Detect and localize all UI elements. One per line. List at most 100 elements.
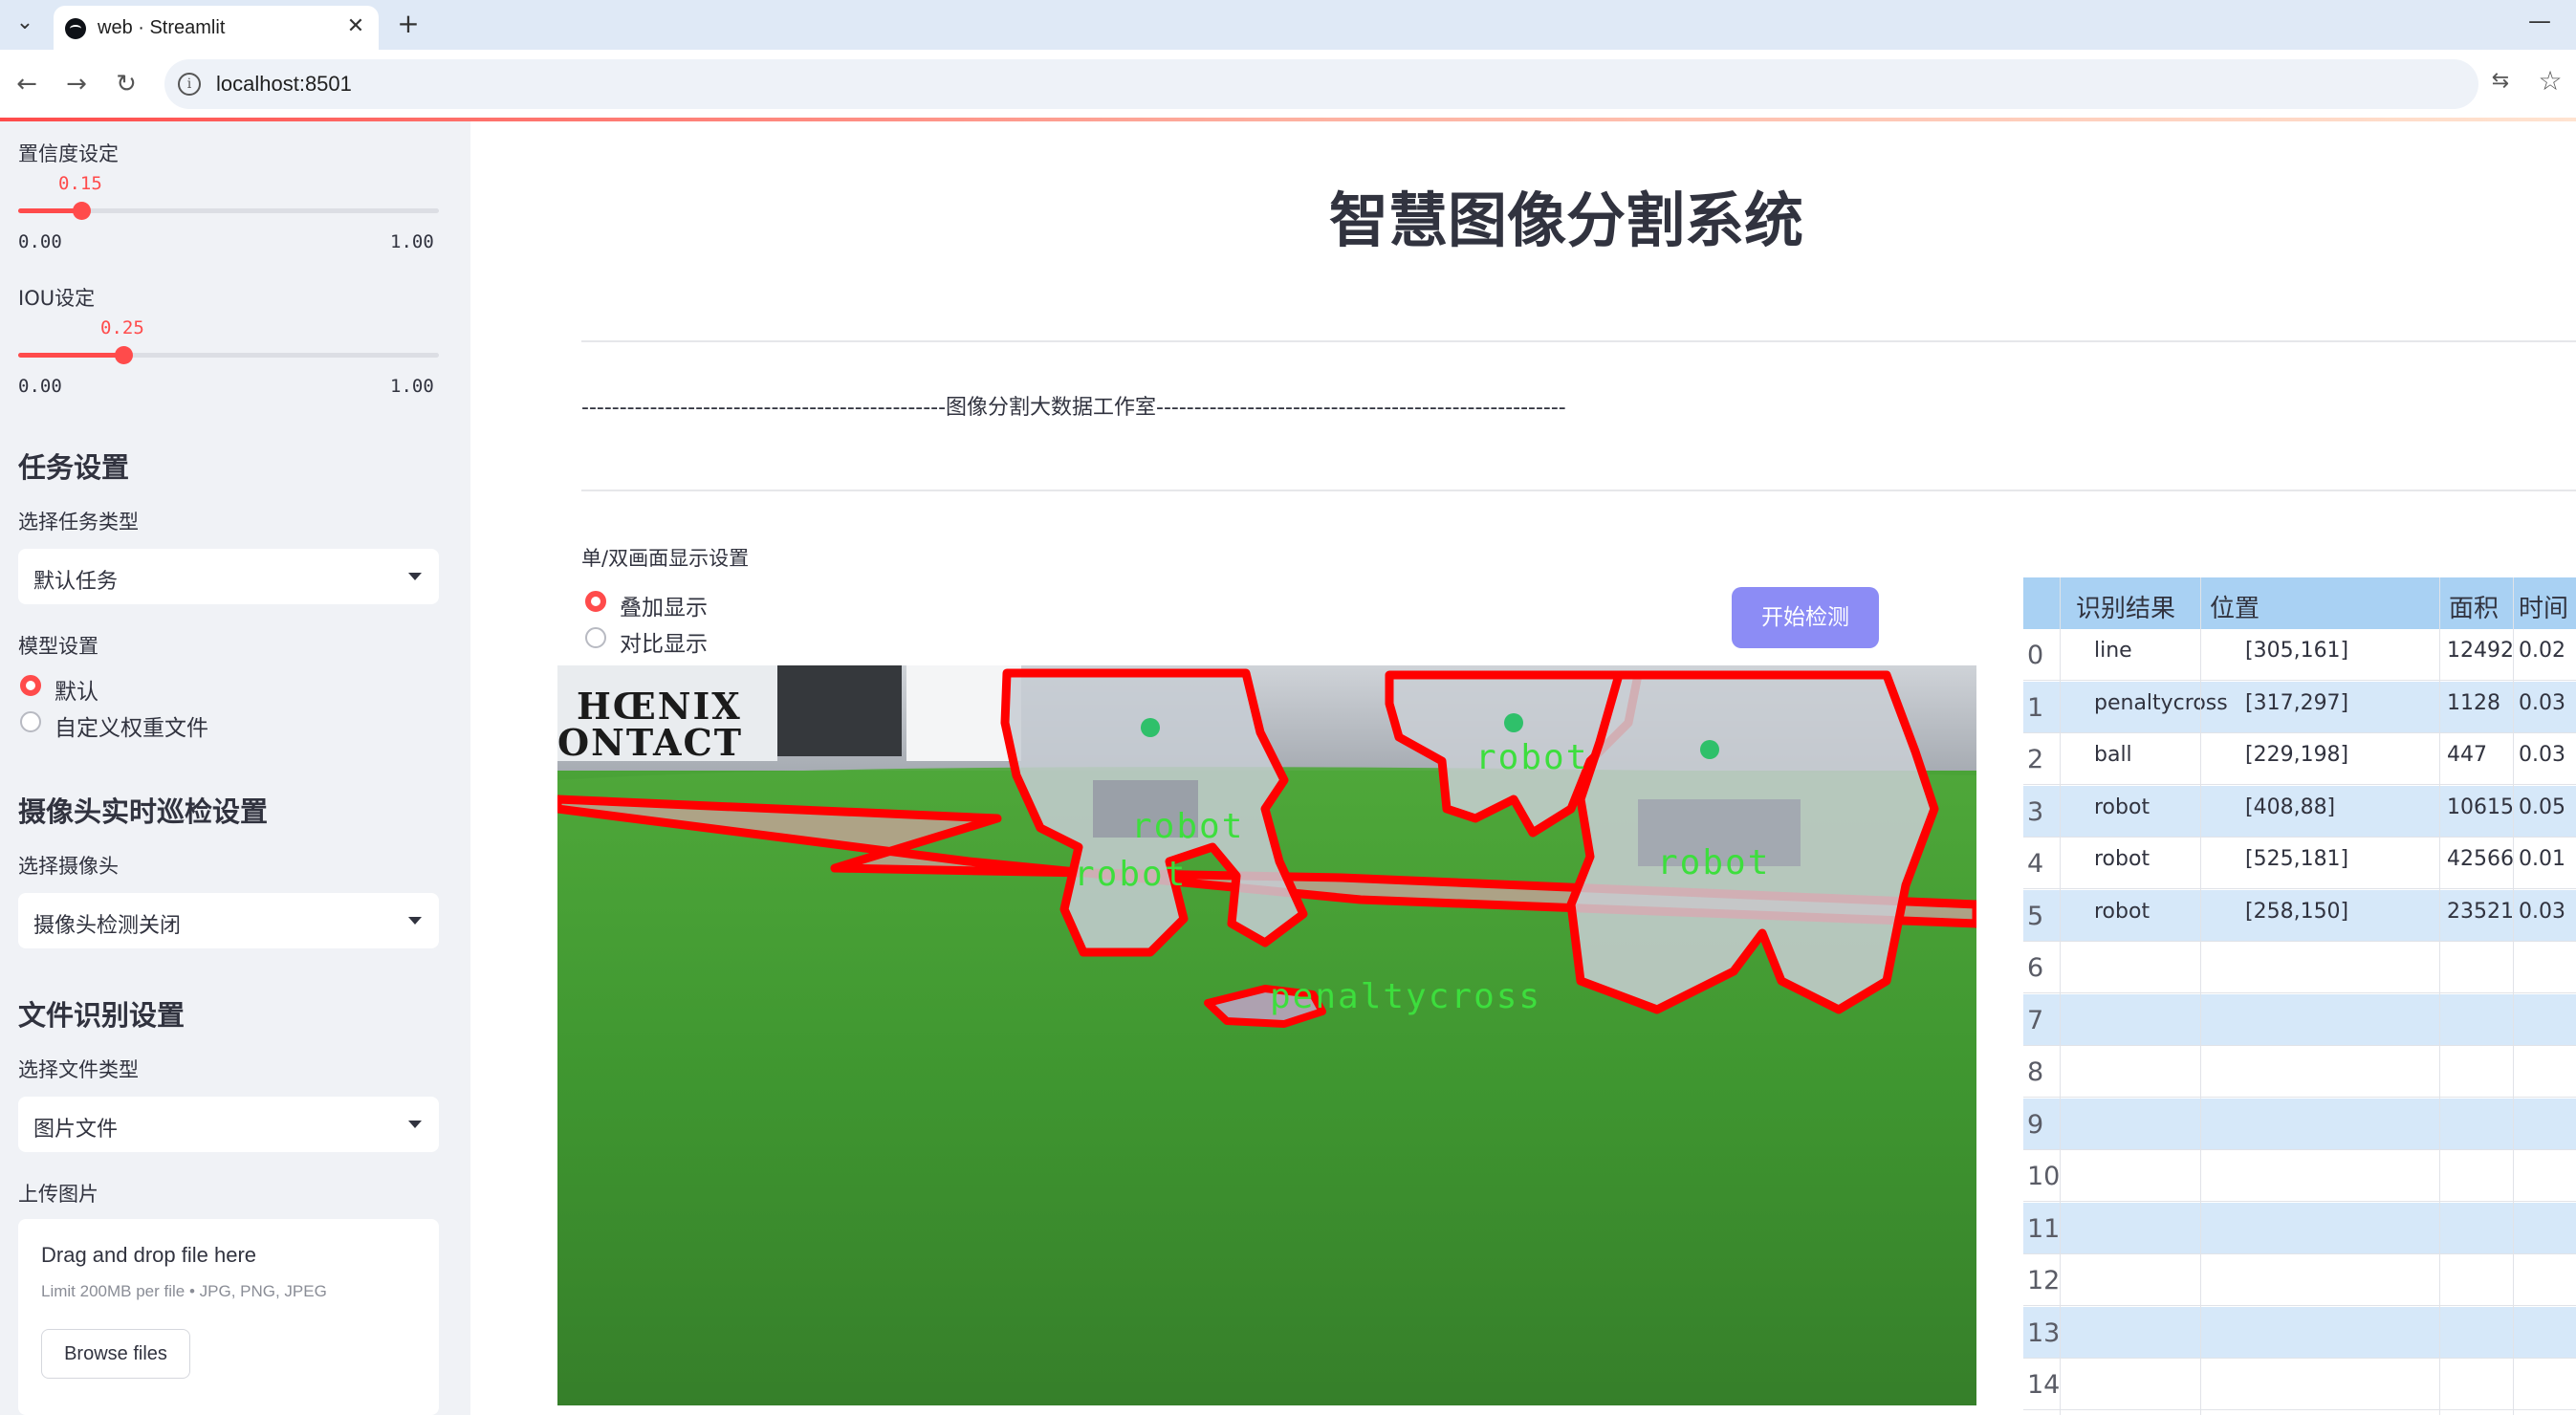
cell-result: robot xyxy=(2094,795,2150,819)
table-row[interactable]: 8 xyxy=(2023,1046,2576,1098)
iou-value: 0.25 xyxy=(100,317,144,338)
model-option-custom: 自定义权重文件 xyxy=(55,716,208,741)
cell-time: 0.03 xyxy=(2519,899,2565,924)
iou-label: IOU设定 xyxy=(18,287,96,310)
browse-files-button[interactable]: Browse files xyxy=(41,1329,190,1379)
robot-eye xyxy=(1141,718,1160,737)
column-header-position: 位置 xyxy=(2210,595,2260,623)
confidence-label: 置信度设定 xyxy=(18,142,119,165)
cell-result: line xyxy=(2094,639,2132,663)
upload-label: 上传图片 xyxy=(18,1183,98,1206)
column-divider xyxy=(2060,577,2061,1415)
tab-title: web · Streamlit xyxy=(98,17,226,38)
detection-label: penaltycross xyxy=(1270,977,1542,1016)
table-row[interactable]: 5 robot [258,150] 23521 0.03 xyxy=(2023,889,2576,942)
camera-select[interactable]: 摄像头检测关闭 xyxy=(18,893,439,948)
row-index: 8 xyxy=(2027,1057,2044,1087)
display-mode-label: 单/双画面显示设置 xyxy=(581,547,750,570)
column-divider xyxy=(2513,577,2514,1415)
confidence-slider-thumb[interactable] xyxy=(73,202,91,220)
table-row[interactable]: 1 penaltycross [317,297] 1128 0.03 xyxy=(2023,681,2576,733)
row-index: 11 xyxy=(2027,1213,2061,1244)
row-index: 4 xyxy=(2027,849,2044,879)
table-row[interactable]: 9 xyxy=(2023,1098,2576,1150)
column-header-time: 时间 xyxy=(2519,595,2569,623)
iou-slider[interactable] xyxy=(18,346,439,364)
start-detection-button[interactable]: 开始检测 xyxy=(1732,587,1879,648)
task-type-label: 选择任务类型 xyxy=(18,511,139,533)
back-arrow-icon[interactable]: ← xyxy=(8,65,46,103)
file-heading: 文件识别设置 xyxy=(18,999,186,1032)
cell-result: robot xyxy=(2094,847,2150,871)
iou-slider-fill xyxy=(18,353,123,358)
cell-area: 12492 xyxy=(2447,639,2514,663)
row-index: 2 xyxy=(2027,745,2044,774)
caret-down-icon xyxy=(408,917,422,925)
cell-position: [525,181] xyxy=(2245,847,2349,871)
radio-button[interactable] xyxy=(20,675,41,696)
url-field[interactable]: i localhost:8501 xyxy=(164,59,2478,109)
minimize-icon[interactable]: — xyxy=(2528,8,2551,34)
new-tab-plus-icon[interactable]: + xyxy=(392,8,425,40)
spectator xyxy=(777,665,902,756)
model-label: 模型设置 xyxy=(18,635,98,658)
cell-time: 0.05 xyxy=(2519,795,2565,819)
camera-selected: 摄像头检测关闭 xyxy=(33,914,182,938)
row-index: 13 xyxy=(2027,1317,2061,1348)
table-row[interactable]: 2 ball [229,198] 447 0.03 xyxy=(2023,733,2576,785)
detection-label: robot xyxy=(1074,855,1188,894)
confidence-max: 1.00 xyxy=(390,231,434,252)
dropzone-subtitle: Limit 200MB per file • JPG, PNG, JPEG xyxy=(41,1282,327,1300)
forward-arrow-icon[interactable]: → xyxy=(57,65,96,103)
reload-icon[interactable]: ↻ xyxy=(107,65,145,103)
table-row[interactable]: 10 xyxy=(2023,1150,2576,1202)
model-option-default: 默认 xyxy=(55,680,98,705)
results-table[interactable]: 识别结果 位置 面积 时间 0 line [305,161] 12492 0.02 1 pe… xyxy=(2023,577,2576,1415)
cell-position: [229,198] xyxy=(2245,743,2349,767)
confidence-slider[interactable] xyxy=(18,202,439,220)
table-row[interactable]: 11 xyxy=(2023,1202,2576,1254)
task-type-select[interactable]: 默认任务 xyxy=(18,549,439,604)
cell-position: [305,161] xyxy=(2245,639,2349,663)
cell-time: 0.03 xyxy=(2519,743,2565,767)
table-row[interactable]: 13 xyxy=(2023,1306,2576,1359)
banner-text: ONTACT xyxy=(557,721,744,764)
radio-button[interactable] xyxy=(20,711,41,732)
table-row[interactable]: 7 xyxy=(2023,993,2576,1046)
cell-result: ball xyxy=(2094,743,2132,767)
translate-icon[interactable]: ⇆ xyxy=(2486,69,2515,98)
task-heading: 任务设置 xyxy=(18,451,130,484)
table-row[interactable]: 12 xyxy=(2023,1254,2576,1306)
cell-time: 0.03 xyxy=(2519,690,2565,715)
table-header: 识别结果 位置 面积 时间 xyxy=(2023,577,2576,629)
file-uploader-dropzone[interactable]: Drag and drop file here Limit 200MB per … xyxy=(18,1219,439,1415)
display-option-overlay: 叠加显示 xyxy=(620,596,708,620)
cell-area: 447 xyxy=(2447,743,2487,767)
radio-button[interactable] xyxy=(585,627,606,648)
detection-label: robot xyxy=(1131,807,1245,846)
radio-button[interactable] xyxy=(585,591,606,612)
browser-tab[interactable]: web · Streamlit ✕ xyxy=(54,6,379,50)
camera-heading: 摄像头实时巡检设置 xyxy=(18,795,269,828)
iou-slider-thumb[interactable] xyxy=(115,346,133,364)
row-index: 7 xyxy=(2027,1005,2044,1035)
table-row[interactable]: 6 xyxy=(2023,942,2576,993)
column-header-result: 识别结果 xyxy=(2076,595,2176,623)
table-row[interactable]: 3 robot [408,88] 10615 0.05 xyxy=(2023,785,2576,838)
caret-down-icon xyxy=(408,573,422,580)
table-row[interactable]: 4 robot [525,181] 42566 0.01 xyxy=(2023,838,2576,889)
tab-close-icon[interactable]: ✕ xyxy=(342,13,369,40)
info-icon[interactable]: i xyxy=(178,73,201,96)
detection-label: robot xyxy=(1657,843,1771,882)
table-row[interactable]: 0 line [305,161] 12492 0.02 xyxy=(2023,629,2576,681)
row-index: 6 xyxy=(2027,953,2044,983)
file-type-select[interactable]: 图片文件 xyxy=(18,1097,439,1152)
sidebar: 置信度设定 0.15 0.00 1.00 IOU设定 0.25 0.00 1.0… xyxy=(0,121,470,1415)
cell-result: robot xyxy=(2094,899,2150,924)
tab-search-chevron-down-icon[interactable]: ⌄ xyxy=(8,6,42,40)
robot-eye xyxy=(1504,713,1523,732)
star-icon[interactable]: ☆ xyxy=(2534,65,2566,98)
table-row[interactable]: 14 xyxy=(2023,1359,2576,1410)
divider xyxy=(581,340,2576,342)
cell-position: [317,297] xyxy=(2245,690,2349,715)
